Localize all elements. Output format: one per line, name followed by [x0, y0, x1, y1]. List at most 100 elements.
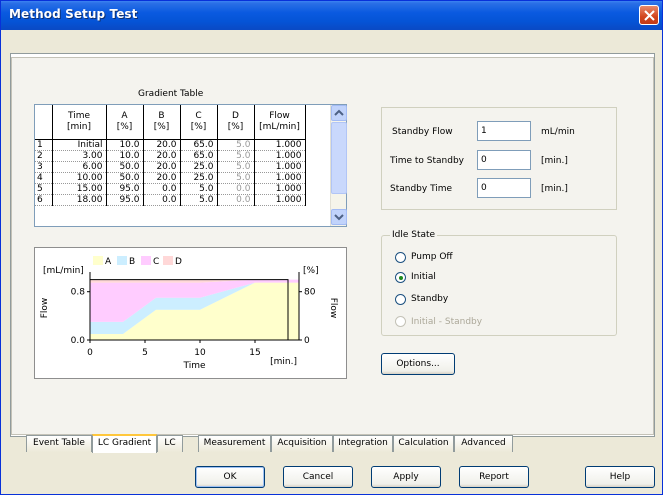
- time-to-standby-unit: [min.]: [541, 156, 568, 166]
- table-row[interactable]: 3 6.00 50.0 20.0 25.0 5.0 1.000: [35, 161, 306, 173]
- x-tick-label: 5: [142, 348, 148, 358]
- initial-radio[interactable]: [395, 272, 406, 283]
- cell-d[interactable]: 5.0: [217, 161, 255, 173]
- cell-a[interactable]: 50.0: [106, 161, 144, 173]
- cell-c[interactable]: 65.0: [180, 139, 218, 151]
- options-button[interactable]: Options...: [381, 353, 455, 375]
- cell-flow[interactable]: 1.000: [254, 161, 306, 173]
- row-number[interactable]: 4: [35, 172, 53, 184]
- cell-flow[interactable]: 1.000: [254, 172, 306, 184]
- cell-c[interactable]: 65.0: [180, 150, 218, 162]
- scroll-up-button[interactable]: [331, 105, 347, 121]
- cell-flow[interactable]: 1.000: [254, 139, 306, 151]
- gradient-chart-svg: A B C D 0 5 10 15 0.0 0.8 0 80 [mL/min] [%] Flow Flow Ti…: [40, 256, 338, 371]
- legend-swatch-d: [163, 256, 173, 265]
- standby-flow-unit: mL/min: [541, 127, 575, 137]
- table-row[interactable]: 2 3.00 10.0 20.0 65.0 5.0 1.000: [35, 150, 306, 162]
- cell-b[interactable]: 20.0: [143, 139, 181, 151]
- cell-b[interactable]: 20.0: [143, 161, 181, 173]
- cell-time[interactable]: 18.00: [52, 194, 107, 206]
- cell-a[interactable]: 95.0: [106, 194, 144, 206]
- tab-advanced[interactable]: Advanced: [454, 435, 513, 452]
- col-header-c[interactable]: C [%]: [180, 105, 218, 140]
- chevron-down-icon: [334, 214, 344, 221]
- cell-d[interactable]: 0.0: [217, 183, 255, 195]
- standby-radio[interactable]: [395, 294, 406, 305]
- cell-time[interactable]: 10.00: [52, 172, 107, 184]
- initial-standby-radio[interactable]: [395, 316, 406, 327]
- cell-d[interactable]: 5.0: [217, 150, 255, 162]
- close-button[interactable]: [639, 5, 659, 25]
- cell-b[interactable]: 20.0: [143, 150, 181, 162]
- cell-b[interactable]: 0.0: [143, 183, 181, 195]
- table-row[interactable]: 1 Initial 10.0 20.0 65.0 5.0 1.000: [35, 139, 306, 151]
- tab-acquisition[interactable]: Acquisition: [271, 435, 333, 452]
- cell-time[interactable]: Initial: [52, 139, 107, 151]
- cell-d[interactable]: 5.0: [217, 172, 255, 184]
- cell-a[interactable]: 50.0: [106, 172, 144, 184]
- gradient-table-scrollbar[interactable]: [330, 105, 347, 226]
- tab-integration[interactable]: Integration: [333, 435, 393, 452]
- cell-c[interactable]: 25.0: [180, 161, 218, 173]
- row-number[interactable]: 6: [35, 194, 53, 206]
- standby-flow-input[interactable]: 1: [477, 121, 531, 141]
- row-number[interactable]: 2: [35, 150, 53, 162]
- apply-button[interactable]: Apply: [371, 466, 441, 488]
- cell-d[interactable]: 5.0: [217, 139, 255, 151]
- col-header-time[interactable]: Time [min]: [52, 105, 107, 140]
- tab-lc-gradient[interactable]: LC Gradient: [92, 434, 157, 453]
- window-title: Method Setup Test: [9, 7, 138, 21]
- col-header-b[interactable]: B [%]: [143, 105, 181, 140]
- col-header-a[interactable]: A [%]: [106, 105, 144, 140]
- row-number[interactable]: 1: [35, 139, 53, 151]
- cell-time[interactable]: 3.00: [52, 150, 107, 162]
- row-number[interactable]: 5: [35, 183, 53, 195]
- pump-off-label[interactable]: Pump Off: [411, 252, 453, 262]
- gradient-table[interactable]: Time [min] A [%] B [%] C [%] D [%] Flow [mL/mi…: [34, 104, 347, 227]
- pump-off-radio[interactable]: [395, 252, 406, 263]
- title-bar[interactable]: Method Setup Test: [1, 1, 662, 30]
- y-right-tick-label: 80: [304, 288, 316, 298]
- cell-b[interactable]: 0.0: [143, 194, 181, 206]
- tab-calculation[interactable]: Calculation: [393, 435, 454, 452]
- method-setup-window: Method Setup Test Gradient Table Time [mi…: [0, 0, 663, 495]
- cell-flow[interactable]: 1.000: [254, 150, 306, 162]
- idle-state-title: Idle State: [390, 230, 438, 240]
- standby-time-label: Standby Time: [390, 184, 453, 194]
- cell-c[interactable]: 5.0: [180, 183, 218, 195]
- scroll-thumb[interactable]: [331, 122, 347, 194]
- scroll-down-button[interactable]: [331, 209, 347, 225]
- tab-lc[interactable]: LC: [157, 435, 183, 452]
- cell-c[interactable]: 25.0: [180, 172, 218, 184]
- cell-a[interactable]: 10.0: [106, 139, 144, 151]
- initial-label[interactable]: Initial: [411, 272, 436, 282]
- cancel-button[interactable]: Cancel: [283, 466, 353, 488]
- table-row[interactable]: 4 10.00 50.0 20.0 25.0 5.0 1.000: [35, 172, 306, 184]
- time-to-standby-input[interactable]: 0: [477, 150, 531, 170]
- ok-button[interactable]: OK: [195, 466, 265, 488]
- cell-d[interactable]: 0.0: [217, 194, 255, 206]
- cell-b[interactable]: 20.0: [143, 172, 181, 184]
- table-row[interactable]: 6 18.00 95.0 0.0 5.0 0.0 1.000: [35, 194, 306, 206]
- report-button[interactable]: Report: [459, 466, 529, 488]
- cell-a[interactable]: 95.0: [106, 183, 144, 195]
- help-button[interactable]: Help: [585, 466, 655, 488]
- cell-flow[interactable]: 1.000: [254, 194, 306, 206]
- legend-label-d: D: [175, 257, 182, 267]
- row-number[interactable]: 3: [35, 161, 53, 173]
- cell-time[interactable]: 15.00: [52, 183, 107, 195]
- x-tick-label: 10: [194, 348, 206, 358]
- col-header-d[interactable]: D [%]: [217, 105, 255, 140]
- standby-time-input[interactable]: 0: [477, 178, 531, 198]
- y-left-unit: [mL/min]: [43, 266, 84, 276]
- standby-label[interactable]: Standby: [411, 294, 448, 304]
- cell-time[interactable]: 6.00: [52, 161, 107, 173]
- cell-c[interactable]: 5.0: [180, 194, 218, 206]
- tab-event-table[interactable]: Event Table: [26, 435, 92, 452]
- cell-a[interactable]: 10.0: [106, 150, 144, 162]
- y-left-tick-label: 0.8: [71, 288, 86, 298]
- col-header-flow[interactable]: Flow [mL/min]: [254, 105, 306, 140]
- tab-measurement[interactable]: Measurement: [198, 435, 271, 452]
- cell-flow[interactable]: 1.000: [254, 183, 306, 195]
- table-row[interactable]: 5 15.00 95.0 0.0 5.0 0.0 1.000: [35, 183, 306, 195]
